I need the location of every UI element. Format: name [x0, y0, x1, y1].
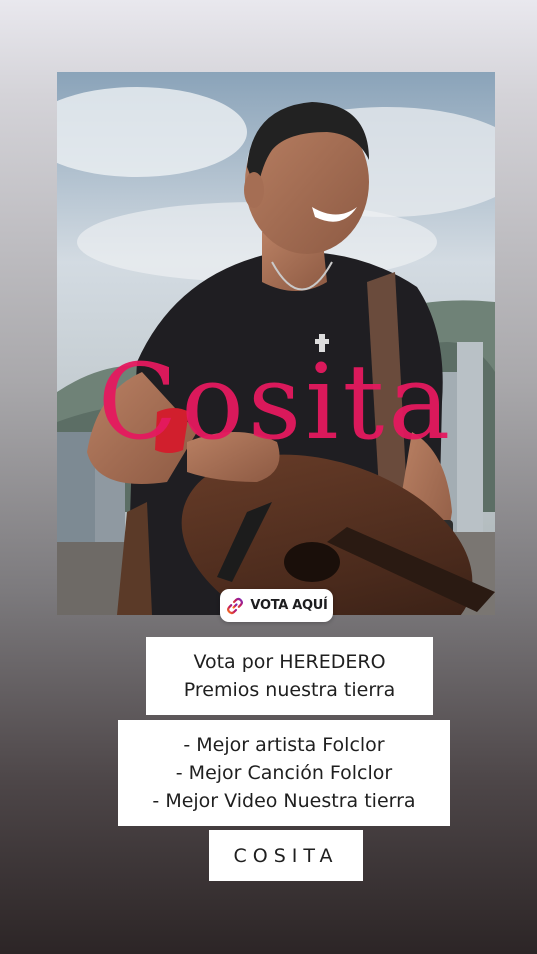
caption-box: Vota por HEREDERO Premios nuestra tierra — [146, 637, 433, 715]
caption-line-1: Vota por HEREDERO — [193, 651, 386, 673]
vote-link-sticker[interactable]: VOTA AQUÍ — [220, 589, 333, 622]
link-icon — [225, 596, 245, 616]
vote-link-label: VOTA AQUÍ — [250, 598, 328, 613]
cover-photo: Cosita — [57, 72, 495, 615]
category-item: - Mejor Video Nuestra tierra — [152, 790, 416, 812]
caption-line-2: Premios nuestra tierra — [183, 679, 396, 701]
category-item: - Mejor Canción Folclor — [175, 762, 393, 784]
song-label: COSITA — [233, 844, 339, 867]
story-view: Cosita VOTA AQUÍ Vota por HEREDERO Premi… — [0, 0, 537, 954]
song-label-box: COSITA — [209, 830, 363, 881]
categories-box: - Mejor artista Folclor - Mejor Canción … — [118, 720, 450, 826]
song-title-overlay: Cosita — [97, 341, 455, 463]
category-item: - Mejor artista Folclor — [183, 734, 385, 756]
